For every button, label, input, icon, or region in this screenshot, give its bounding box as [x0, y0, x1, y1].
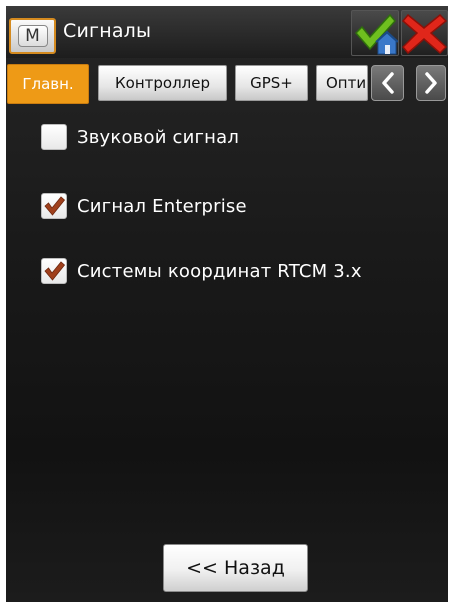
tab-gps[interactable]: GPS+ [235, 65, 308, 101]
tab-next-button[interactable] [416, 65, 446, 101]
tab-prev-button[interactable] [371, 65, 404, 101]
rtcm-coordinate-systems-checkbox[interactable] [41, 258, 67, 284]
window-title: Сигналы [63, 20, 152, 42]
tab-options[interactable]: Опти [316, 65, 368, 101]
ok-button[interactable] [351, 10, 399, 56]
back-button[interactable]: << Назад [163, 544, 308, 592]
tab-main[interactable]: Главн. [7, 64, 89, 104]
sound-signal-option[interactable]: Звуковой сигнал [41, 121, 239, 153]
app-window: M Сигналы Главн. Контроллер GPS+ Опти Зв… [6, 6, 448, 602]
rtcm-coordinate-systems-label: Системы координат RTCM 3.x [77, 260, 362, 282]
enterprise-signal-option[interactable]: Сигнал Enterprise [41, 190, 247, 222]
enterprise-signal-label: Сигнал Enterprise [77, 195, 247, 217]
close-button[interactable] [401, 10, 448, 56]
chevron-right-icon [425, 72, 437, 94]
sound-signal-checkbox[interactable] [41, 124, 67, 150]
title-bar: M Сигналы [6, 6, 448, 58]
sound-signal-label: Звуковой сигнал [77, 126, 240, 148]
enterprise-signal-checkbox[interactable] [41, 193, 67, 219]
rtcm-coordinate-systems-option[interactable]: Системы координат RTCM 3.x [41, 255, 362, 287]
checkmark-home-icon [354, 13, 399, 55]
checkmark-icon [44, 261, 66, 281]
chevron-left-icon [381, 72, 394, 94]
menu-icon: M [17, 25, 48, 47]
red-x-icon [401, 13, 448, 55]
checkmark-icon [44, 196, 66, 216]
menu-button[interactable]: M [9, 18, 56, 54]
tab-bar: Главн. Контроллер GPS+ Опти [6, 62, 448, 104]
tab-controller[interactable]: Контроллер [98, 65, 227, 101]
